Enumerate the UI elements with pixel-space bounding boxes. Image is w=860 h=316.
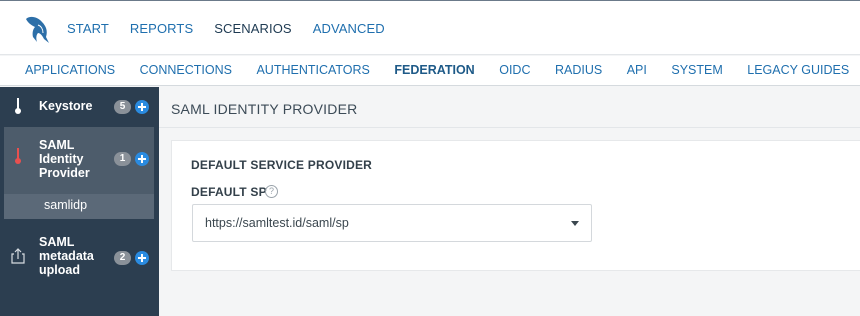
sub-navigation: APPLICATIONS CONNECTIONS AUTHENTICATORS … [0,56,860,86]
sidebar-item-label: SAML metadata upload [39,235,94,277]
add-keystore-icon[interactable] [135,100,149,114]
default-sp-select[interactable]: https://samltest.id/saml/sp [192,204,592,242]
main-navigation: START REPORTS SCENARIOS ADVANCED [67,21,406,36]
top-bar: START REPORTS SCENARIOS ADVANCED [0,0,860,55]
count-badge: 5 [114,100,131,114]
select-value: https://samltest.id/saml/sp [205,216,349,230]
sidebar-subitem-label: samlidp [44,198,88,212]
sidebar-item-label: Keystore [39,99,93,113]
thermometer-icon [15,148,21,164]
sidebar-subitem-samlidp[interactable]: samlidp [4,194,154,219]
count-badge: 1 [114,152,131,166]
nav-scenarios[interactable]: SCENARIOS [214,21,291,36]
nav-start[interactable]: START [67,21,109,36]
add-identity-provider-icon[interactable] [135,152,149,166]
add-metadata-upload-icon[interactable] [135,251,149,265]
tab-connections[interactable]: CONNECTIONS [140,63,232,77]
tab-radius[interactable]: RADIUS [555,63,602,77]
key-icon [15,98,21,114]
upload-icon [11,248,25,264]
settings-card: DEFAULT SERVICE PROVIDER DEFAULT SP ? ht… [171,140,860,271]
tab-authenticators[interactable]: AUTHENTICATORS [256,63,369,77]
tab-oidc[interactable]: OIDC [499,63,530,77]
help-icon[interactable]: ? [265,185,278,198]
tab-applications[interactable]: APPLICATIONS [25,63,115,77]
count-badge: 2 [114,251,131,265]
sidebar-item-saml-identity-provider[interactable]: SAML Identity Provider 1 samlidp [4,127,154,219]
nav-reports[interactable]: REPORTS [130,21,193,36]
sidebar-item-label: SAML Identity Provider [39,138,90,180]
eagle-logo-icon[interactable] [24,13,54,45]
sidebar: Keystore 5 SAML Identity Provider 1 saml… [0,87,159,316]
sidebar-item-keystore[interactable]: Keystore 5 [0,87,159,125]
divider [159,127,860,128]
sidebar-item-saml-metadata-upload[interactable]: SAML metadata upload 2 [0,227,159,287]
page-title: SAML IDENTITY PROVIDER [171,101,358,117]
nav-advanced[interactable]: ADVANCED [313,21,385,36]
tab-system[interactable]: SYSTEM [671,63,722,77]
tab-legacy-guides[interactable]: LEGACY GUIDES [747,63,849,77]
tab-federation[interactable]: FEDERATION [394,63,474,77]
section-heading: DEFAULT SERVICE PROVIDER [191,158,373,172]
tab-api[interactable]: API [627,63,647,77]
chevron-down-icon [571,221,579,226]
field-label: DEFAULT SP [191,185,267,199]
